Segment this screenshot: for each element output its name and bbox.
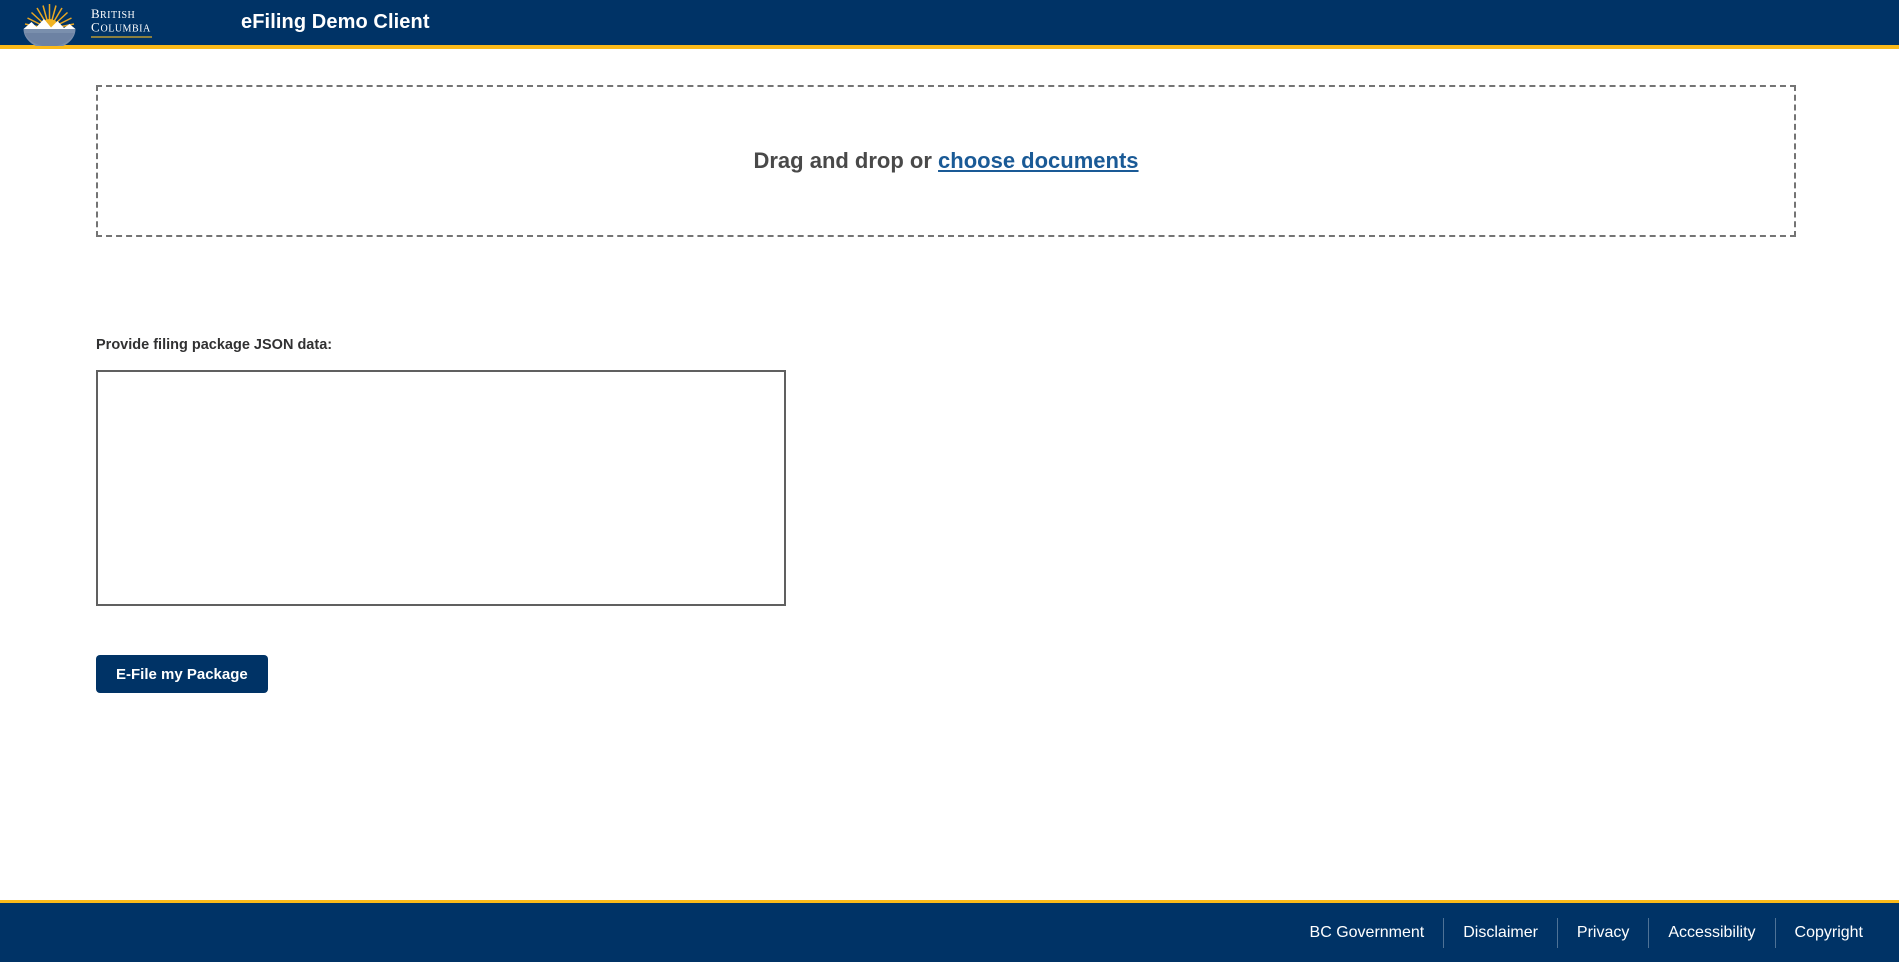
footer-link-copyright[interactable]: Copyright	[1776, 918, 1863, 948]
footer-link-bc-government[interactable]: BC Government	[1291, 918, 1444, 948]
app-title: eFiling Demo Client	[241, 11, 430, 33]
brand-block[interactable]: B RITISH C OLUMBIA	[18, 0, 178, 46]
json-data-input[interactable]	[96, 370, 786, 606]
choose-documents-link[interactable]: choose documents	[938, 148, 1138, 173]
footer-link-privacy[interactable]: Privacy	[1558, 918, 1648, 948]
main-content: Drag and drop or choose documents Provid…	[0, 53, 1899, 900]
svg-text:C: C	[91, 19, 100, 34]
dropzone-text: Drag and drop or choose documents	[753, 148, 1138, 174]
site-header: B RITISH C OLUMBIA eFiling Demo Client	[0, 0, 1899, 49]
footer-link-accessibility[interactable]: Accessibility	[1649, 918, 1774, 948]
site-footer: BC Government Disclaimer Privacy Accessi…	[0, 900, 1899, 962]
svg-text:RITISH: RITISH	[100, 10, 135, 21]
efile-my-package-button[interactable]: E-File my Package	[96, 655, 268, 693]
bc-government-logo: B RITISH C OLUMBIA	[23, 3, 152, 46]
json-data-label: Provide filing package JSON data:	[96, 337, 333, 353]
footer-link-disclaimer[interactable]: Disclaimer	[1444, 918, 1557, 948]
footer-nav: BC Government Disclaimer Privacy Accessi…	[1291, 917, 1863, 948]
document-dropzone[interactable]: Drag and drop or choose documents	[96, 85, 1796, 237]
svg-text:B: B	[91, 6, 100, 21]
dropzone-prompt: Drag and drop or	[753, 148, 932, 173]
svg-text:OLUMBIA: OLUMBIA	[101, 23, 151, 34]
